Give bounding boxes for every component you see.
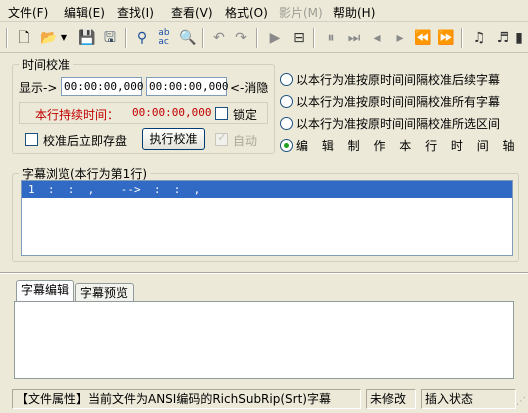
menu-file[interactable]: 文件(F): [8, 4, 48, 21]
toolbar-separator: [125, 28, 127, 48]
tab-subtitle-edit[interactable]: 字幕编辑: [16, 280, 74, 303]
menu-format[interactable]: 格式(O): [225, 4, 268, 21]
toolbar: 🗋 📂 ▼ 💾 🖫 ⚲ ab ac 🔍 ↶ ↷ ▶ ⊟ ⏸ ⏭ ◂ ▸ ⏪ ⏩ ♫…: [0, 23, 528, 53]
play-icon[interactable]: ▶: [264, 27, 286, 49]
pause-icon[interactable]: ⏸: [320, 27, 342, 49]
option-calibrate-all[interactable]: 以本行为准按原时间间隔校准所有字幕: [296, 93, 500, 110]
list-row-selection-fill: [226, 181, 512, 198]
sync-icon-2[interactable]: ♬: [492, 27, 514, 49]
save-as-icon[interactable]: 🖫: [99, 27, 121, 49]
find-icon[interactable]: ⚲: [131, 27, 153, 49]
next-icon[interactable]: ▸: [389, 27, 411, 49]
display-label: 显示->: [19, 81, 58, 95]
replace-icon[interactable]: ab ac: [153, 27, 175, 49]
lock-label: 锁定: [233, 108, 258, 122]
duration-value: 00:00:00,000: [132, 106, 212, 119]
save-icon[interactable]: 💾: [76, 27, 98, 49]
splitter[interactable]: [0, 272, 528, 274]
menu-find[interactable]: 查找(I): [117, 4, 154, 21]
toolbar-separator: [202, 28, 204, 48]
radio-selected-dot: [284, 143, 289, 148]
auto-label: 自动: [233, 134, 258, 148]
list-item[interactable]: 1 : : , --> : : ,: [22, 181, 226, 198]
row-number: 1: [28, 183, 35, 196]
option-calibrate-following[interactable]: 以本行为准按原时间间隔校准后续字幕: [296, 71, 500, 88]
hide-label: <-消隐: [230, 81, 269, 95]
previous-icon[interactable]: ◂: [366, 27, 388, 49]
resize-grip-icon[interactable]: ⋰: [516, 396, 526, 407]
radio-edit-timeline[interactable]: [280, 139, 293, 152]
display-time-field[interactable]: 00:00:00,000: [61, 77, 143, 96]
lock-checkbox[interactable]: [215, 107, 228, 120]
dropdown-arrow-icon[interactable]: ▼: [58, 27, 70, 49]
more-icon[interactable]: ▮: [512, 27, 526, 49]
video-window-icon[interactable]: ⊟: [288, 27, 310, 49]
menu-edit[interactable]: 编辑(E): [64, 4, 105, 21]
status-file-info: 【文件属性】当前文件为ANSI编码的RichSubRip(Srt)字幕: [12, 389, 361, 409]
option-calibrate-selection[interactable]: 以本行为准按原时间间隔校准所选区间: [296, 115, 500, 132]
radio-calibrate-all[interactable]: [280, 95, 293, 108]
preview-icon[interactable]: 🔍: [177, 27, 199, 49]
radio-calibrate-selection[interactable]: [280, 117, 293, 130]
menu-bar: 文件(F) 编辑(E) 查找(I) 查看(V) 格式(O) 影片(M) 帮助(H…: [0, 0, 528, 22]
auto-checkbox[interactable]: ✓: [215, 130, 228, 146]
time-calibration-legend: 时间校准: [22, 58, 71, 72]
check-mark-icon: ✓: [217, 130, 228, 144]
new-file-icon[interactable]: 🗋: [13, 27, 35, 49]
toolbar-grip: [6, 28, 8, 48]
redo-icon[interactable]: ↷: [230, 27, 252, 49]
hide-time-field[interactable]: 00:00:00,000: [146, 77, 228, 96]
execute-calibration-button[interactable]: 执行校准: [142, 128, 205, 150]
save-after-checkbox[interactable]: [25, 133, 38, 146]
duration-label: 本行持续时间：: [35, 108, 120, 122]
sync-icon-1[interactable]: ♫: [468, 27, 490, 49]
menu-movie[interactable]: 影片(M): [279, 4, 323, 21]
menu-view[interactable]: 查看(V): [171, 4, 213, 21]
radio-calibrate-following[interactable]: [280, 73, 293, 86]
toolbar-separator: [461, 28, 463, 48]
step-forward-icon[interactable]: ⏭: [343, 27, 365, 49]
status-modified: 未修改: [366, 389, 416, 409]
subtitle-list[interactable]: 1 : : , --> : : ,: [21, 180, 513, 256]
option-edit-timeline[interactable]: 编 辑 制 作 本 行 时 间 轴: [296, 137, 520, 154]
open-folder-icon[interactable]: 📂: [38, 27, 60, 49]
rewind-icon[interactable]: ⏪: [412, 27, 434, 49]
status-mode: 插入状态: [421, 389, 516, 409]
row-text: : : , --> : : ,: [34, 183, 201, 196]
save-after-label: 校准后立即存盘: [43, 134, 128, 148]
toolbar-separator: [313, 28, 315, 48]
toolbar-separator: [256, 28, 258, 48]
fast-forward-icon[interactable]: ⏩: [435, 27, 457, 49]
menu-help[interactable]: 帮助(H): [333, 4, 375, 21]
subtitle-editor[interactable]: [14, 301, 514, 379]
undo-icon[interactable]: ↶: [208, 27, 230, 49]
